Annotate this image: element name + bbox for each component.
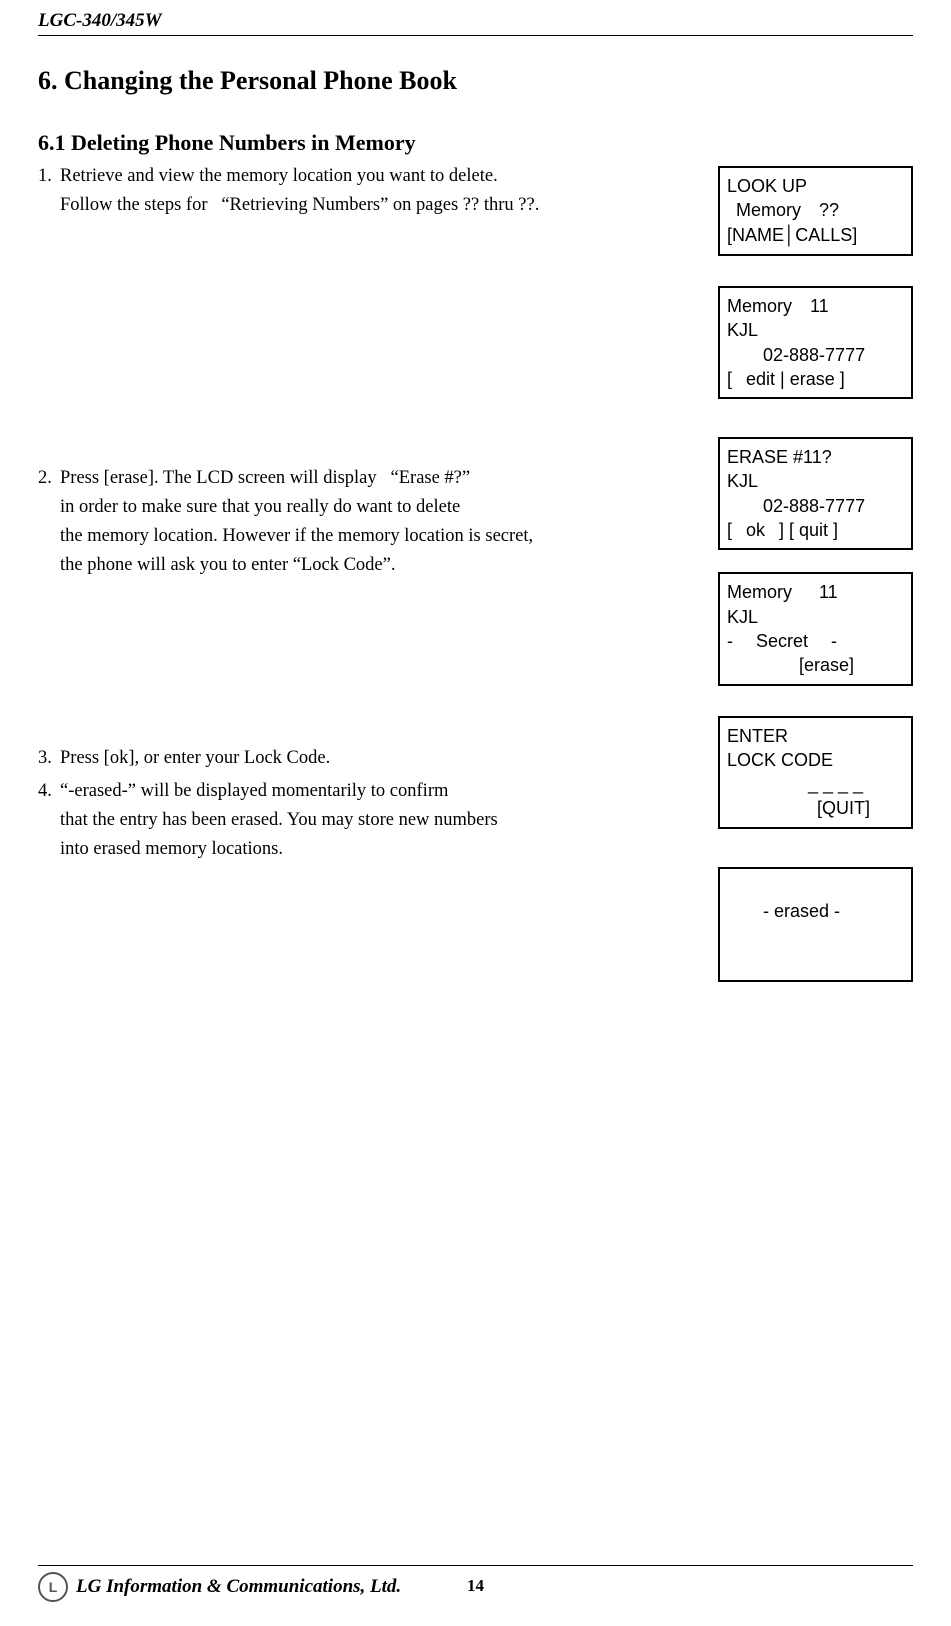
lcd-line: ERASE #11?	[727, 445, 904, 469]
step-4: 4. “-erased-” will be displayed momentar…	[38, 781, 678, 868]
lcd-line: _ _ _ _	[727, 772, 904, 796]
header-model: LGC-340/345W	[38, 10, 913, 36]
step-2: 2. Press [erase]. The LCD screen will di…	[38, 468, 678, 584]
lcd-line: Memory 11	[727, 580, 904, 604]
step-line: that the entry has been erased. You may …	[60, 810, 678, 831]
step-number: 1.	[38, 166, 60, 224]
subsection-heading: 6.1 Deleting Phone Numbers in Memory	[38, 130, 913, 156]
lcd-screen-erase-confirm: ERASE #11? KJL 02-888-7777 [ ok ] [ quit…	[718, 437, 913, 550]
step-line: in order to make sure that you really do…	[60, 497, 678, 518]
lcd-line: LOOK UP	[727, 174, 904, 198]
footer-company: LG Information & Communications, Ltd.	[76, 1576, 401, 1598]
lcd-line: LOCK CODE	[727, 748, 904, 772]
step-line: Press [ok], or enter your Lock Code.	[60, 748, 678, 769]
lcd-screen-secret: Memory 11 KJL - Secret - [erase]	[718, 572, 913, 685]
section-heading: 6. Changing the Personal Phone Book	[38, 66, 913, 96]
lcd-line: [erase]	[727, 653, 904, 677]
step-line: Retrieve and view the memory location yo…	[60, 166, 678, 187]
lcd-line: KJL	[727, 605, 904, 629]
lcd-line: 02-888-7777	[727, 343, 904, 367]
lcd-screen-memory: Memory 11 KJL 02-888-7777 [ edit | erase…	[718, 286, 913, 399]
lcd-line: KJL	[727, 318, 904, 342]
lcd-line: KJL	[727, 469, 904, 493]
lcd-line: Memory 11	[727, 294, 904, 318]
lcd-line: [ ok ] [ quit ]	[727, 518, 904, 542]
lcd-line	[727, 923, 904, 947]
lcd-line: [NAME│CALLS]	[727, 223, 904, 247]
step-number: 2.	[38, 468, 60, 584]
lcd-screen-lock-code: ENTER LOCK CODE _ _ _ _ [QUIT]	[718, 716, 913, 829]
lcd-screen-erased: - erased -	[718, 867, 913, 982]
lcd-line: 02-888-7777	[727, 494, 904, 518]
step-line: the phone will ask you to enter “Lock Co…	[60, 555, 678, 576]
lcd-screen-lookup: LOOK UP Memory ?? [NAME│CALLS]	[718, 166, 913, 256]
lcd-line	[727, 948, 904, 972]
lcd-line: - erased -	[727, 899, 904, 923]
footer: L LG Information & Communications, Ltd.	[38, 1565, 913, 1602]
step-line: into erased memory locations.	[60, 839, 678, 860]
lcd-line: Memory ??	[727, 198, 904, 222]
step-number: 4.	[38, 781, 60, 868]
lg-logo-icon: L	[38, 1572, 68, 1602]
step-line: “-erased-” will be displayed momentarily…	[60, 781, 678, 802]
step-line: Follow the steps for “Retrieving Numbers…	[60, 195, 678, 216]
step-line: Press [erase]. The LCD screen will displ…	[60, 468, 678, 489]
step-1: 1. Retrieve and view the memory location…	[38, 166, 678, 224]
lcd-line: [QUIT]	[727, 796, 904, 820]
lcd-line: ENTER	[727, 724, 904, 748]
step-number: 3.	[38, 748, 60, 777]
step-line: the memory location. However if the memo…	[60, 526, 678, 547]
step-3: 3. Press [ok], or enter your Lock Code.	[38, 748, 678, 777]
lcd-line	[727, 875, 904, 899]
lcd-line: [ edit | erase ]	[727, 367, 904, 391]
lcd-screens-column: LOOK UP Memory ?? [NAME│CALLS] Memory 11…	[718, 166, 913, 982]
instruction-text-column: 1. Retrieve and view the memory location…	[38, 166, 678, 872]
lcd-line: - Secret -	[727, 629, 904, 653]
